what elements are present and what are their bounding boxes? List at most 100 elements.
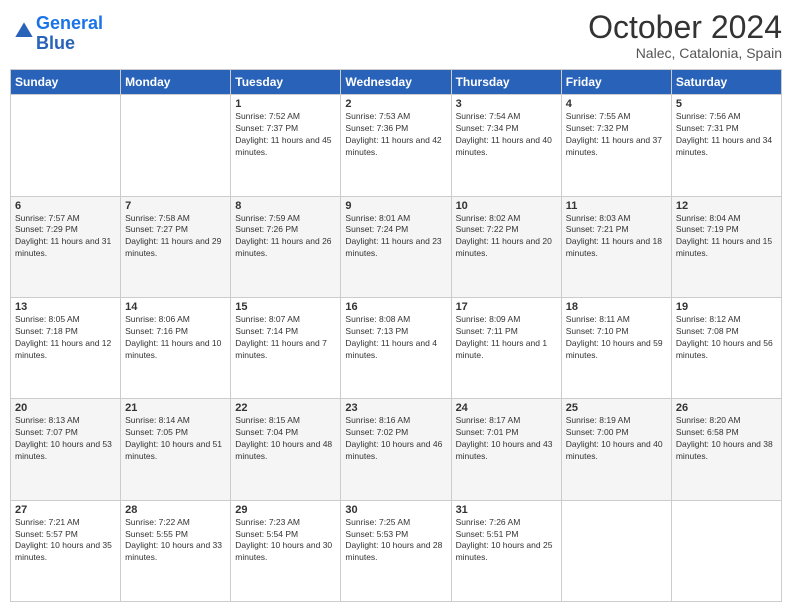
day-cell: 19Sunrise: 8:12 AM Sunset: 7:08 PM Dayli… xyxy=(671,297,781,398)
day-number: 17 xyxy=(456,301,557,313)
day-number: 31 xyxy=(456,504,557,516)
day-cell: 29Sunrise: 7:23 AM Sunset: 5:54 PM Dayli… xyxy=(231,500,341,601)
day-number: 10 xyxy=(456,200,557,212)
day-info: Sunrise: 8:16 AM Sunset: 7:02 PM Dayligh… xyxy=(345,415,446,463)
day-info: Sunrise: 8:03 AM Sunset: 7:21 PM Dayligh… xyxy=(566,213,667,261)
header: General Blue October 2024 Nalec, Catalon… xyxy=(10,10,782,61)
day-info: Sunrise: 8:02 AM Sunset: 7:22 PM Dayligh… xyxy=(456,213,557,261)
day-number: 13 xyxy=(15,301,116,313)
day-number: 12 xyxy=(676,200,777,212)
day-cell: 27Sunrise: 7:21 AM Sunset: 5:57 PM Dayli… xyxy=(11,500,121,601)
title-block: October 2024 Nalec, Catalonia, Spain xyxy=(588,10,782,61)
day-number: 22 xyxy=(235,402,336,414)
day-cell xyxy=(11,95,121,196)
day-info: Sunrise: 7:21 AM Sunset: 5:57 PM Dayligh… xyxy=(15,517,116,565)
day-cell: 30Sunrise: 7:25 AM Sunset: 5:53 PM Dayli… xyxy=(341,500,451,601)
day-info: Sunrise: 7:52 AM Sunset: 7:37 PM Dayligh… xyxy=(235,111,336,159)
day-number: 20 xyxy=(15,402,116,414)
col-tuesday: Tuesday xyxy=(231,70,341,95)
day-number: 15 xyxy=(235,301,336,313)
col-thursday: Thursday xyxy=(451,70,561,95)
day-info: Sunrise: 8:14 AM Sunset: 7:05 PM Dayligh… xyxy=(125,415,226,463)
day-cell: 8Sunrise: 7:59 AM Sunset: 7:26 PM Daylig… xyxy=(231,196,341,297)
day-cell: 14Sunrise: 8:06 AM Sunset: 7:16 PM Dayli… xyxy=(121,297,231,398)
day-info: Sunrise: 8:05 AM Sunset: 7:18 PM Dayligh… xyxy=(15,314,116,362)
day-cell: 1Sunrise: 7:52 AM Sunset: 7:37 PM Daylig… xyxy=(231,95,341,196)
day-number: 26 xyxy=(676,402,777,414)
day-number: 19 xyxy=(676,301,777,313)
day-info: Sunrise: 8:09 AM Sunset: 7:11 PM Dayligh… xyxy=(456,314,557,362)
week-row-3: 20Sunrise: 8:13 AM Sunset: 7:07 PM Dayli… xyxy=(11,399,782,500)
day-cell: 31Sunrise: 7:26 AM Sunset: 5:51 PM Dayli… xyxy=(451,500,561,601)
day-info: Sunrise: 8:06 AM Sunset: 7:16 PM Dayligh… xyxy=(125,314,226,362)
day-cell: 3Sunrise: 7:54 AM Sunset: 7:34 PM Daylig… xyxy=(451,95,561,196)
day-number: 24 xyxy=(456,402,557,414)
day-cell: 9Sunrise: 8:01 AM Sunset: 7:24 PM Daylig… xyxy=(341,196,451,297)
col-saturday: Saturday xyxy=(671,70,781,95)
day-number: 29 xyxy=(235,504,336,516)
day-number: 1 xyxy=(235,98,336,110)
day-info: Sunrise: 8:17 AM Sunset: 7:01 PM Dayligh… xyxy=(456,415,557,463)
day-cell: 2Sunrise: 7:53 AM Sunset: 7:36 PM Daylig… xyxy=(341,95,451,196)
page: General Blue October 2024 Nalec, Catalon… xyxy=(0,0,792,612)
day-cell: 23Sunrise: 8:16 AM Sunset: 7:02 PM Dayli… xyxy=(341,399,451,500)
calendar: Sunday Monday Tuesday Wednesday Thursday… xyxy=(10,69,782,602)
calendar-body: 1Sunrise: 7:52 AM Sunset: 7:37 PM Daylig… xyxy=(11,95,782,602)
day-cell: 7Sunrise: 7:58 AM Sunset: 7:27 PM Daylig… xyxy=(121,196,231,297)
day-info: Sunrise: 7:59 AM Sunset: 7:26 PM Dayligh… xyxy=(235,213,336,261)
day-info: Sunrise: 8:20 AM Sunset: 6:58 PM Dayligh… xyxy=(676,415,777,463)
day-cell: 18Sunrise: 8:11 AM Sunset: 7:10 PM Dayli… xyxy=(561,297,671,398)
week-row-0: 1Sunrise: 7:52 AM Sunset: 7:37 PM Daylig… xyxy=(11,95,782,196)
day-number: 28 xyxy=(125,504,226,516)
day-info: Sunrise: 7:58 AM Sunset: 7:27 PM Dayligh… xyxy=(125,213,226,261)
day-number: 6 xyxy=(15,200,116,212)
day-info: Sunrise: 7:55 AM Sunset: 7:32 PM Dayligh… xyxy=(566,111,667,159)
day-cell: 24Sunrise: 8:17 AM Sunset: 7:01 PM Dayli… xyxy=(451,399,561,500)
day-info: Sunrise: 7:57 AM Sunset: 7:29 PM Dayligh… xyxy=(15,213,116,261)
day-cell: 17Sunrise: 8:09 AM Sunset: 7:11 PM Dayli… xyxy=(451,297,561,398)
day-number: 11 xyxy=(566,200,667,212)
day-cell: 26Sunrise: 8:20 AM Sunset: 6:58 PM Dayli… xyxy=(671,399,781,500)
day-number: 16 xyxy=(345,301,446,313)
col-sunday: Sunday xyxy=(11,70,121,95)
day-number: 7 xyxy=(125,200,226,212)
day-number: 3 xyxy=(456,98,557,110)
day-info: Sunrise: 7:26 AM Sunset: 5:51 PM Dayligh… xyxy=(456,517,557,565)
day-info: Sunrise: 7:56 AM Sunset: 7:31 PM Dayligh… xyxy=(676,111,777,159)
day-cell: 4Sunrise: 7:55 AM Sunset: 7:32 PM Daylig… xyxy=(561,95,671,196)
day-info: Sunrise: 8:04 AM Sunset: 7:19 PM Dayligh… xyxy=(676,213,777,261)
subtitle: Nalec, Catalonia, Spain xyxy=(588,45,782,61)
day-cell xyxy=(121,95,231,196)
day-info: Sunrise: 8:11 AM Sunset: 7:10 PM Dayligh… xyxy=(566,314,667,362)
day-number: 27 xyxy=(15,504,116,516)
day-number: 5 xyxy=(676,98,777,110)
day-info: Sunrise: 7:53 AM Sunset: 7:36 PM Dayligh… xyxy=(345,111,446,159)
col-friday: Friday xyxy=(561,70,671,95)
day-info: Sunrise: 8:01 AM Sunset: 7:24 PM Dayligh… xyxy=(345,213,446,261)
day-number: 25 xyxy=(566,402,667,414)
day-cell: 11Sunrise: 8:03 AM Sunset: 7:21 PM Dayli… xyxy=(561,196,671,297)
day-number: 4 xyxy=(566,98,667,110)
day-info: Sunrise: 8:15 AM Sunset: 7:04 PM Dayligh… xyxy=(235,415,336,463)
day-cell: 12Sunrise: 8:04 AM Sunset: 7:19 PM Dayli… xyxy=(671,196,781,297)
day-number: 2 xyxy=(345,98,446,110)
week-row-4: 27Sunrise: 7:21 AM Sunset: 5:57 PM Dayli… xyxy=(11,500,782,601)
day-cell: 20Sunrise: 8:13 AM Sunset: 7:07 PM Dayli… xyxy=(11,399,121,500)
col-monday: Monday xyxy=(121,70,231,95)
day-info: Sunrise: 7:25 AM Sunset: 5:53 PM Dayligh… xyxy=(345,517,446,565)
day-cell: 5Sunrise: 7:56 AM Sunset: 7:31 PM Daylig… xyxy=(671,95,781,196)
day-cell: 15Sunrise: 8:07 AM Sunset: 7:14 PM Dayli… xyxy=(231,297,341,398)
day-info: Sunrise: 7:22 AM Sunset: 5:55 PM Dayligh… xyxy=(125,517,226,565)
day-info: Sunrise: 8:08 AM Sunset: 7:13 PM Dayligh… xyxy=(345,314,446,362)
day-number: 18 xyxy=(566,301,667,313)
day-cell: 10Sunrise: 8:02 AM Sunset: 7:22 PM Dayli… xyxy=(451,196,561,297)
day-number: 21 xyxy=(125,402,226,414)
day-number: 9 xyxy=(345,200,446,212)
day-info: Sunrise: 7:23 AM Sunset: 5:54 PM Dayligh… xyxy=(235,517,336,565)
day-number: 30 xyxy=(345,504,446,516)
day-info: Sunrise: 8:19 AM Sunset: 7:00 PM Dayligh… xyxy=(566,415,667,463)
week-row-2: 13Sunrise: 8:05 AM Sunset: 7:18 PM Dayli… xyxy=(11,297,782,398)
day-cell xyxy=(561,500,671,601)
day-info: Sunrise: 8:12 AM Sunset: 7:08 PM Dayligh… xyxy=(676,314,777,362)
day-cell: 25Sunrise: 8:19 AM Sunset: 7:00 PM Dayli… xyxy=(561,399,671,500)
